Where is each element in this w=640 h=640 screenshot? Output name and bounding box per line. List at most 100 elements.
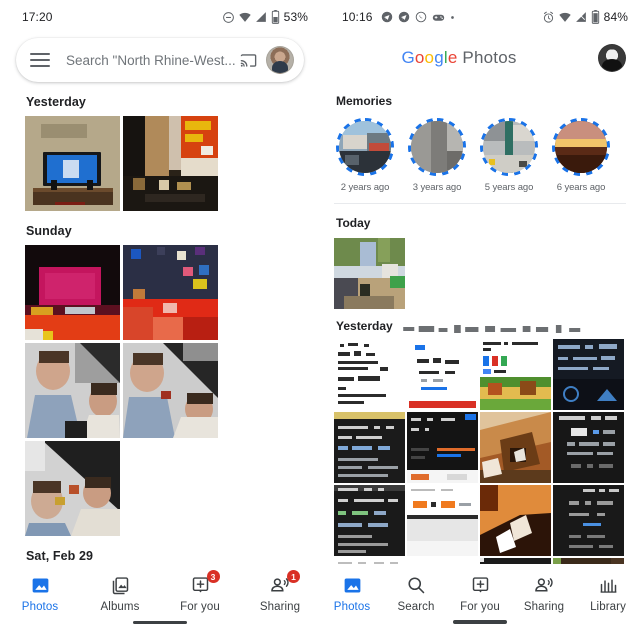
signal-icon	[575, 11, 588, 24]
nav-label: Library	[590, 601, 626, 613]
memory-ring	[336, 118, 394, 176]
account-avatar[interactable]	[266, 46, 294, 74]
nav-label: For you	[180, 601, 220, 613]
photo-thumbnail[interactable]	[334, 238, 405, 309]
nav-badge: 1	[287, 570, 300, 583]
section-header-yesterday: Yesterday	[26, 95, 86, 109]
nav-tab-photos[interactable]: Photos	[0, 574, 80, 613]
memory-item[interactable]: 6 years ago	[552, 118, 610, 193]
nav-label: Sharing	[523, 601, 565, 613]
search-input[interactable]: Search "North Rhine-West...	[66, 53, 237, 68]
photo-thumbnail[interactable]	[334, 412, 405, 483]
photo-thumbnail[interactable]	[25, 441, 120, 536]
photo-thumbnail[interactable]	[553, 485, 624, 556]
nav-label: Albums	[100, 601, 140, 613]
memory-item[interactable]: 5 years ago	[480, 118, 538, 193]
memory-ring	[408, 118, 466, 176]
google-photos-logo: Google Photos	[320, 48, 598, 68]
search-bar[interactable]: Search "North Rhine-West...	[16, 38, 304, 82]
memory-thumbnail	[339, 121, 391, 173]
photo-thumbnail[interactable]	[480, 339, 551, 410]
photos-icon	[30, 574, 51, 596]
photo-thumbnail[interactable]	[25, 245, 120, 340]
telegram-icon	[398, 11, 410, 23]
alarm-icon	[542, 11, 555, 24]
sharing-icon	[533, 574, 555, 596]
memory-thumbnail	[483, 121, 535, 173]
albums-icon	[110, 574, 131, 596]
nav-tab-albums[interactable]: Albums	[80, 574, 160, 613]
home-indicator	[453, 620, 507, 624]
photo-street-market	[123, 116, 218, 211]
nav-tab-library[interactable]: Library	[576, 574, 640, 613]
battery-icon	[271, 10, 280, 24]
notification-icons	[381, 11, 455, 23]
section-header-sunday: Sunday	[26, 224, 72, 238]
photo-thumbnail[interactable]	[553, 339, 624, 410]
signal-icon	[255, 11, 268, 24]
photo-thumbnail[interactable]	[407, 339, 478, 410]
battery-icon	[591, 10, 600, 24]
photo-thumbnail[interactable]	[123, 343, 218, 438]
photo-thumbnail[interactable]	[553, 412, 624, 483]
photo-thumbnail[interactable]	[123, 116, 218, 211]
screenshot-dark-chart	[407, 412, 478, 483]
section-header-today: Today	[336, 216, 371, 230]
photo-thumbnail[interactable]	[334, 339, 405, 410]
status-time: 10:16	[342, 10, 373, 24]
photo-thumbnail[interactable]	[334, 485, 405, 556]
screenshot-game-farm	[480, 339, 551, 410]
photo-thumbnail[interactable]	[407, 412, 478, 483]
nav-tab-search[interactable]: Search	[384, 574, 448, 613]
do-not-disturb-icon	[222, 11, 235, 24]
screenshot-dark-form	[553, 485, 624, 556]
search-icon	[406, 574, 426, 596]
photo-thumbnail[interactable]	[407, 485, 478, 556]
screenshot-dark-app	[553, 339, 624, 410]
telegram-icon	[381, 11, 393, 23]
cast-icon[interactable]	[239, 51, 258, 70]
screenshot-dark-terminal	[334, 412, 405, 483]
status-bar-right: 10:16 84%	[320, 0, 640, 34]
screenshot-white-text	[334, 339, 405, 410]
photo-selfie-3	[25, 441, 120, 536]
photo-thumbnail[interactable]	[25, 343, 120, 438]
screenshot-dark-settings	[553, 412, 624, 483]
photo-dog-closeup	[480, 412, 551, 483]
photo-selfie-2	[123, 343, 218, 438]
photo-concert-stage	[25, 245, 120, 340]
whatsapp-icon	[415, 11, 427, 23]
memory-ring	[552, 118, 610, 176]
screenshot-white-orange	[407, 485, 478, 556]
nav-tab-for-you[interactable]: 3 For you	[160, 570, 240, 613]
dual-phone-screenshot: 17:20 53% Search "North Rhine-West... Ye…	[0, 0, 640, 640]
nav-tab-sharing[interactable]: Sharing	[512, 574, 576, 613]
hamburger-icon[interactable]	[30, 53, 50, 67]
photo-thumbnail[interactable]	[123, 245, 218, 340]
photo-grid-sunday	[0, 245, 320, 536]
photo-thumbnail[interactable]	[480, 485, 551, 556]
status-time: 17:20	[22, 10, 53, 24]
photo-flame	[480, 485, 551, 556]
photo-thumbnail[interactable]	[480, 412, 551, 483]
bottom-nav-right: Photos Search For you Sharing Library	[320, 564, 640, 640]
right-phone-screen: 10:16 84% Google Photos Memories 2 years…	[320, 0, 640, 640]
nav-label: Photos	[333, 601, 371, 613]
memory-ring	[480, 118, 538, 176]
nav-label: Search	[397, 601, 435, 613]
nav-badge: 3	[206, 570, 220, 583]
photo-street-trees	[334, 238, 405, 309]
account-avatar[interactable]	[598, 44, 626, 72]
photo-thumbnail[interactable]	[25, 116, 120, 211]
nav-label: Sharing	[259, 601, 301, 613]
memory-item[interactable]: 3 years ago	[408, 118, 466, 193]
memory-label: 5 years ago	[484, 182, 534, 193]
nav-tab-sharing[interactable]: 1 Sharing	[240, 570, 320, 613]
nav-tab-for-you[interactable]: For you	[448, 574, 512, 613]
app-header: Google Photos	[320, 34, 640, 82]
status-icons-right: 84%	[542, 10, 628, 24]
nav-tab-photos[interactable]: Photos	[320, 574, 384, 613]
battery-percent: 53%	[283, 10, 308, 24]
memory-item[interactable]: 2 years ago	[336, 118, 394, 193]
game-controller-icon	[432, 12, 445, 23]
